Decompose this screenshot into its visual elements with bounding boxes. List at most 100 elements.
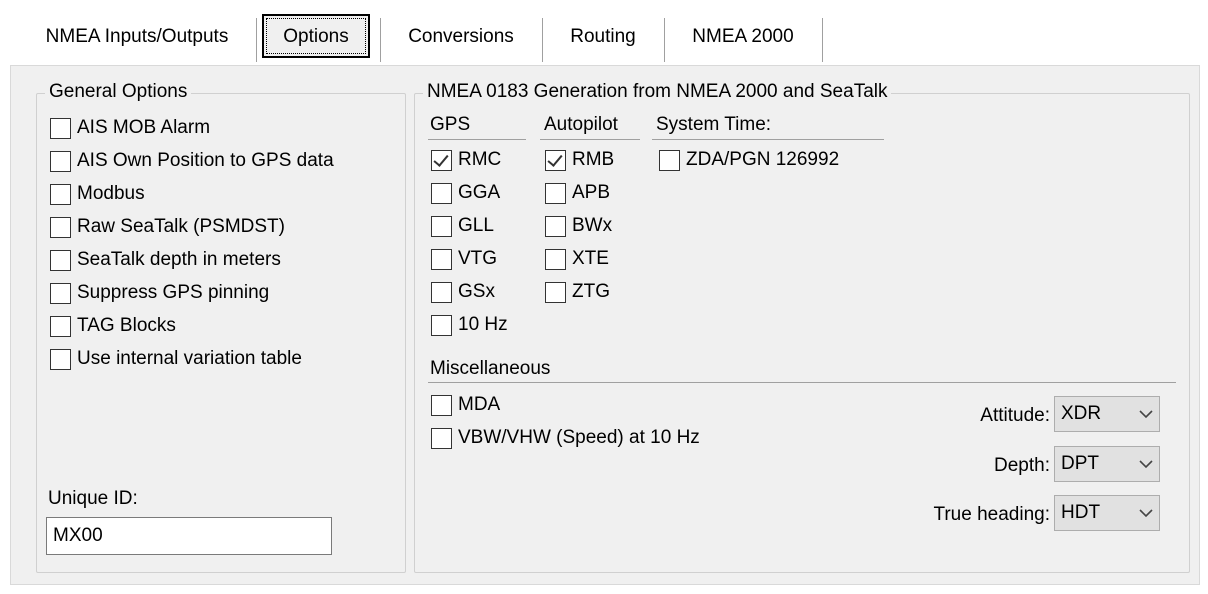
checkbox-label: SeaTalk depth in meters	[77, 249, 281, 270]
checkbox-label: ZTG	[572, 281, 610, 302]
checkbox-autopilot-apb[interactable]: APB	[545, 182, 610, 204]
tab-conversions[interactable]: Conversions	[386, 20, 536, 66]
checkbox-box[interactable]	[545, 248, 566, 270]
attitude-label: Attitude:	[980, 405, 1050, 426]
checkbox-autopilot-xte[interactable]: XTE	[545, 248, 609, 270]
nmea-generation-title: NMEA 0183 Generation from NMEA 2000 and …	[423, 81, 892, 103]
tab-separator	[256, 18, 257, 62]
checkbox-box[interactable]	[545, 281, 566, 303]
checkbox-suppress-gps-pinning[interactable]: Suppress GPS pinning	[50, 282, 269, 304]
tab-separator	[542, 18, 543, 62]
checkbox-misc-vbw-vhw[interactable]: VBW/VHW (Speed) at 10 Hz	[431, 427, 700, 449]
checkbox-box-checked[interactable]	[545, 149, 566, 171]
checkbox-label: APB	[572, 182, 611, 203]
autopilot-header-line	[540, 139, 640, 140]
miscellaneous-header: Miscellaneous	[430, 358, 551, 379]
depth-select[interactable]: DPT	[1054, 446, 1160, 482]
checkbox-gps-gll[interactable]: GLL	[431, 215, 494, 237]
checkbox-label: TAG Blocks	[77, 315, 176, 336]
checkbox-label: XTE	[572, 248, 609, 269]
tab-options[interactable]: Options	[262, 14, 370, 58]
tab-nmea-inputs-outputs[interactable]: NMEA Inputs/Outputs	[24, 20, 250, 66]
checkbox-raw-seatalk[interactable]: Raw SeaTalk (PSMDST)	[50, 216, 285, 238]
chevron-down-icon[interactable]	[1133, 454, 1159, 474]
checkbox-seatalk-depth-meters[interactable]: SeaTalk depth in meters	[50, 249, 281, 271]
checkbox-box[interactable]	[50, 282, 71, 304]
system-time-column-header: System Time:	[656, 114, 772, 135]
attitude-select-value: XDR	[1061, 403, 1102, 424]
checkbox-gps-10hz[interactable]: 10 Hz	[431, 314, 508, 336]
tab-nmea-2000[interactable]: NMEA 2000	[670, 20, 816, 66]
checkbox-box[interactable]	[50, 249, 71, 271]
general-options-title: General Options	[45, 81, 192, 103]
checkbox-box[interactable]	[50, 348, 71, 370]
checkbox-box[interactable]	[431, 248, 452, 270]
checkbox-box[interactable]	[431, 314, 452, 336]
checkbox-label: Use internal variation table	[77, 348, 302, 369]
gps-column-header: GPS	[430, 114, 471, 135]
true-heading-label: True heading:	[933, 504, 1050, 525]
checkbox-ais-own-position[interactable]: AIS Own Position to GPS data	[50, 150, 334, 172]
attitude-select[interactable]: XDR	[1054, 396, 1160, 432]
checkbox-box[interactable]	[50, 216, 71, 238]
checkbox-tag-blocks[interactable]: TAG Blocks	[50, 315, 176, 337]
checkbox-box[interactable]	[431, 281, 452, 303]
checkbox-label: RMC	[458, 149, 502, 170]
tab-separator	[822, 18, 823, 62]
checkbox-box-checked[interactable]	[431, 149, 452, 171]
chevron-down-icon[interactable]	[1133, 503, 1159, 523]
tab-separator	[664, 18, 665, 62]
checkbox-internal-variation-table[interactable]: Use internal variation table	[50, 348, 302, 370]
chevron-down-icon[interactable]	[1133, 404, 1159, 424]
checkbox-box[interactable]	[50, 150, 71, 172]
checkbox-box[interactable]	[431, 427, 452, 449]
gps-header-line	[428, 139, 526, 140]
checkbox-label: AIS Own Position to GPS data	[77, 150, 334, 171]
checkbox-autopilot-ztg[interactable]: ZTG	[545, 281, 610, 303]
checkbox-box[interactable]	[659, 149, 680, 171]
tab-routing[interactable]: Routing	[548, 20, 658, 66]
checkbox-box[interactable]	[431, 215, 452, 237]
checkbox-box[interactable]	[431, 182, 452, 204]
checkbox-label: VBW/VHW (Speed) at 10 Hz	[458, 427, 700, 448]
checkbox-label: RMB	[572, 149, 615, 170]
checkbox-label: 10 Hz	[458, 314, 508, 335]
checkbox-gps-vtg[interactable]: VTG	[431, 248, 497, 270]
checkbox-box[interactable]	[431, 394, 452, 416]
checkbox-box[interactable]	[545, 215, 566, 237]
checkbox-ais-mob-alarm[interactable]: AIS MOB Alarm	[50, 117, 210, 139]
checkbox-label: GGA	[458, 182, 501, 203]
unique-id-input[interactable]: MX00	[46, 517, 332, 555]
checkbox-box[interactable]	[50, 183, 71, 205]
checkbox-label: Modbus	[77, 183, 145, 204]
checkbox-label: BWx	[572, 215, 613, 236]
miscellaneous-header-line	[428, 382, 1176, 383]
checkbox-label: Suppress GPS pinning	[77, 282, 270, 303]
checkbox-gps-gga[interactable]: GGA	[431, 182, 500, 204]
checkbox-label: MDA	[458, 394, 501, 415]
checkbox-misc-mda[interactable]: MDA	[431, 394, 500, 416]
checkbox-zda-pgn-126992[interactable]: ZDA/PGN 126992	[659, 149, 839, 171]
checkbox-box[interactable]	[50, 315, 71, 337]
checkbox-label: GLL	[458, 215, 494, 236]
checkbox-label: Raw SeaTalk (PSMDST)	[77, 216, 285, 237]
checkbox-autopilot-bwx[interactable]: BWx	[545, 215, 612, 237]
checkbox-box[interactable]	[545, 182, 566, 204]
checkbox-label: GSx	[458, 281, 495, 302]
unique-id-label: Unique ID:	[48, 488, 138, 509]
checkbox-gps-rmc[interactable]: RMC	[431, 149, 501, 171]
checkbox-autopilot-rmb[interactable]: RMB	[545, 149, 614, 171]
checkbox-modbus[interactable]: Modbus	[50, 183, 145, 205]
checkbox-label: AIS MOB Alarm	[77, 117, 211, 138]
depth-label: Depth:	[994, 455, 1050, 476]
tab-options-label: Options	[266, 18, 366, 54]
tab-separator	[380, 18, 381, 62]
checkbox-box[interactable]	[50, 117, 71, 139]
checkbox-gps-gsx[interactable]: GSx	[431, 281, 495, 303]
true-heading-select-value: HDT	[1061, 502, 1101, 523]
checkbox-label: VTG	[458, 248, 498, 269]
depth-select-value: DPT	[1061, 453, 1099, 474]
system-time-header-line	[652, 139, 884, 140]
autopilot-column-header: Autopilot	[544, 114, 618, 135]
true-heading-select[interactable]: HDT	[1054, 495, 1160, 531]
